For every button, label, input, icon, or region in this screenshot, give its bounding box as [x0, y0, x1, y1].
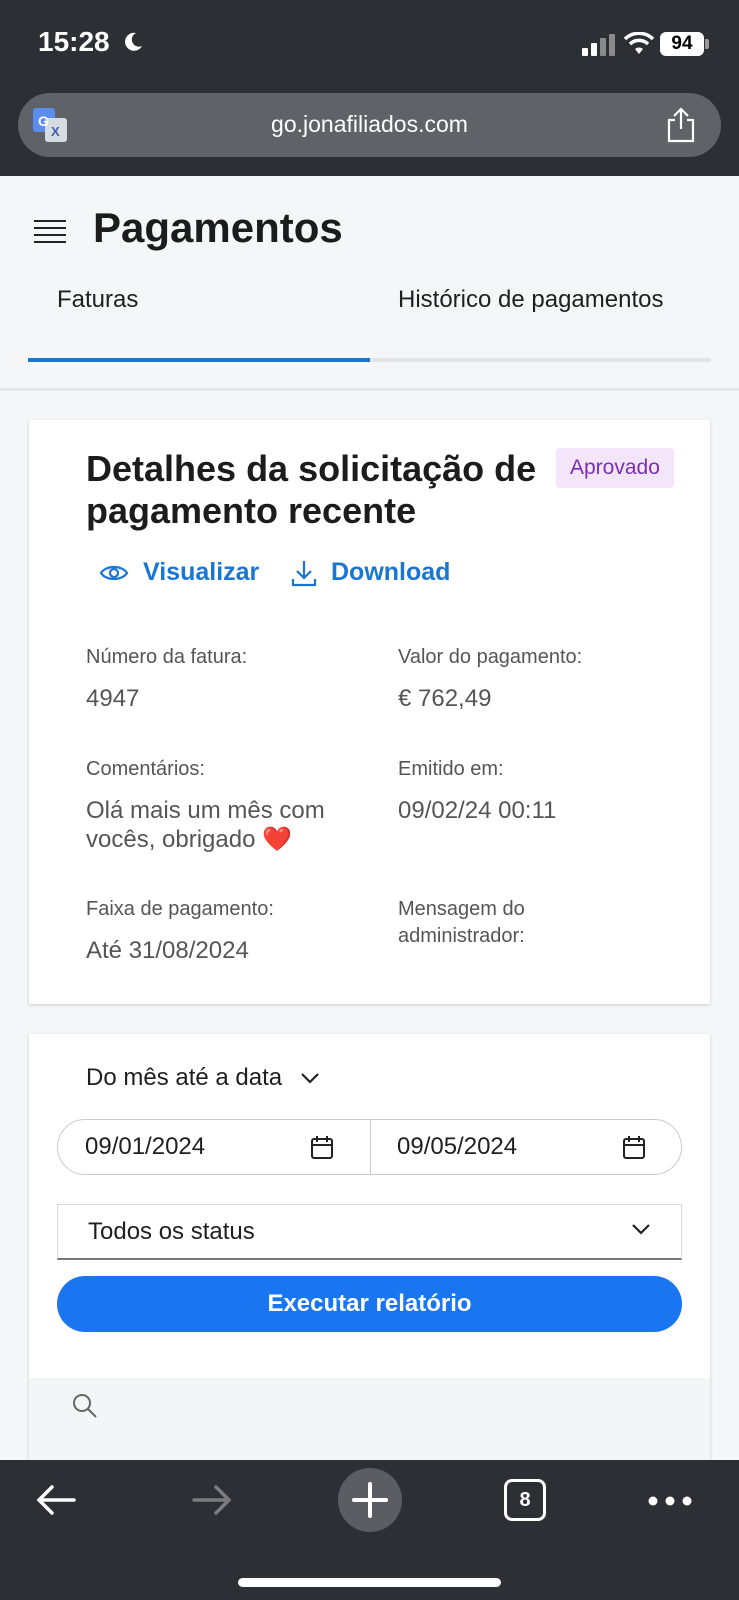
plus-icon: [352, 1482, 388, 1518]
invoice-number-label: Número da fatura:: [86, 646, 248, 668]
url-text[interactable]: go.jonafiliados.com: [18, 111, 721, 138]
calendar-icon[interactable]: [622, 1134, 646, 1160]
menu-icon[interactable]: [34, 220, 66, 246]
search-icon: [73, 1394, 97, 1418]
status-filter-select[interactable]: Todos os status: [57, 1204, 682, 1260]
report-filter-card: Do mês até a data 09/01/2024 09/05/2024 …: [29, 1034, 710, 1460]
view-button[interactable]: Visualizar: [99, 558, 259, 587]
payment-range-label: Faixa de pagamento:: [86, 898, 274, 920]
issued-value: 09/02/24 00:11: [398, 797, 557, 824]
page-title: Pagamentos: [93, 204, 343, 251]
divider: [0, 388, 739, 391]
date-separator: [370, 1120, 371, 1174]
comments-value: Olá mais um mês com vocês, obrigado ❤️: [86, 797, 325, 853]
tab-faturas[interactable]: Faturas: [57, 286, 138, 314]
run-report-button[interactable]: Executar relatório: [57, 1276, 682, 1332]
status-badge: Aprovado: [556, 448, 674, 488]
share-icon[interactable]: [665, 107, 697, 143]
address-bar[interactable]: G X go.jonafiliados.com: [18, 93, 721, 157]
moon-icon: [125, 32, 142, 51]
battery-nub: [705, 39, 709, 49]
signal-icon: [582, 34, 615, 56]
chevron-down-icon: [301, 1073, 319, 1084]
card-title: Detalhes da solicitação de pagamento rec…: [86, 448, 537, 531]
tab-active-indicator: [28, 358, 370, 362]
status-filter-value: Todos os status: [88, 1218, 255, 1245]
home-indicator: [238, 1578, 501, 1587]
tabs-button[interactable]: 8: [504, 1479, 546, 1521]
admin-message-label: Mensagem do administrador:: [398, 898, 525, 947]
browser-bottom-bar: 8: [0, 1460, 739, 1600]
new-tab-button[interactable]: [338, 1468, 402, 1532]
comments-label: Comentários:: [86, 758, 205, 780]
download-icon: [291, 560, 317, 586]
invoice-number-value: 4947: [86, 685, 140, 712]
period-dropdown[interactable]: Do mês até a data: [86, 1064, 320, 1092]
period-label: Do mês até a data: [86, 1064, 283, 1091]
back-arrow-icon[interactable]: [34, 1482, 78, 1518]
payment-range-value: Até 31/08/2024: [86, 937, 249, 964]
date-range-picker: 09/01/2024 09/05/2024: [57, 1119, 682, 1175]
issued-label: Emitido em:: [398, 758, 504, 780]
browser-top-bar: 15:28 94 G X go.jonafiliados.com: [0, 0, 739, 176]
search-bar[interactable]: [29, 1378, 710, 1460]
payment-value: € 762,49: [398, 685, 492, 712]
payment-value-label: Valor do pagamento:: [398, 646, 583, 668]
page-content: Pagamentos Faturas Histórico de pagament…: [0, 176, 739, 1460]
calendar-icon[interactable]: [310, 1134, 334, 1160]
payment-details-card: Detalhes da solicitação de pagamento rec…: [29, 420, 710, 1004]
eye-icon: [99, 565, 129, 580]
more-icon[interactable]: [648, 1496, 692, 1506]
wifi-icon: [624, 32, 654, 54]
forward-arrow-icon[interactable]: [190, 1482, 234, 1518]
status-time: 15:28: [38, 26, 110, 57]
chevron-down-icon: [632, 1224, 650, 1235]
end-date-input[interactable]: 09/05/2024: [397, 1133, 517, 1161]
start-date-input[interactable]: 09/01/2024: [85, 1133, 205, 1161]
battery-indicator: 94: [660, 32, 704, 56]
download-label: Download: [331, 558, 451, 586]
tab-historico-pagamentos[interactable]: Histórico de pagamentos: [398, 286, 663, 314]
view-label: Visualizar: [143, 558, 260, 586]
download-button[interactable]: Download: [291, 558, 450, 587]
